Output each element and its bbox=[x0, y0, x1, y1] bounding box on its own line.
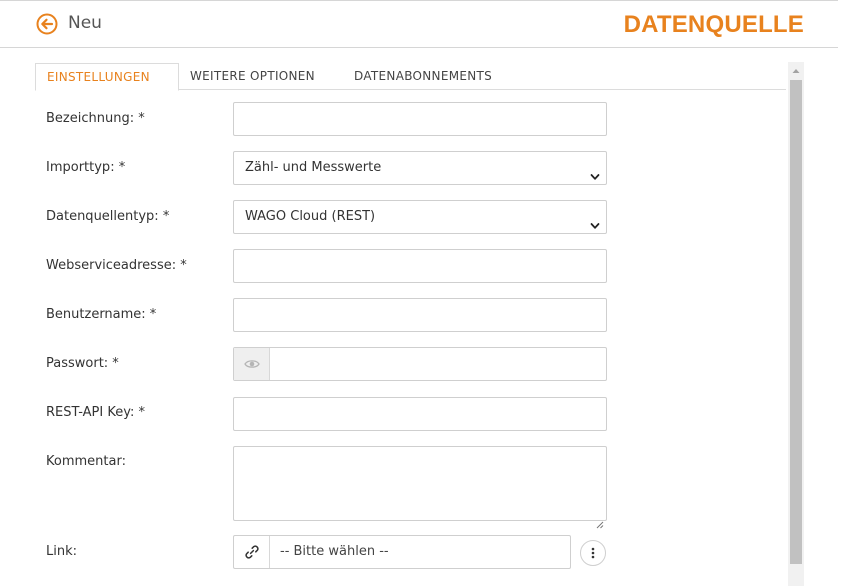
link-select[interactable]: -- Bitte wählen -- bbox=[233, 535, 571, 569]
link-value: -- Bitte wählen -- bbox=[280, 544, 389, 559]
back-arrow-icon[interactable] bbox=[36, 13, 58, 35]
passwort-input[interactable] bbox=[233, 347, 607, 381]
webserviceadresse-label: Webserviceadresse: * bbox=[46, 258, 187, 273]
benutzername-input[interactable] bbox=[233, 298, 607, 332]
scrollbar-thumb[interactable] bbox=[790, 80, 802, 564]
header: Neu DATENQUELLE bbox=[0, 1, 838, 48]
importtyp-select[interactable]: Zähl- und Messwerte bbox=[233, 151, 607, 185]
tab-einstellungen[interactable]: EINSTELLUNGEN bbox=[35, 63, 179, 91]
kommentar-label: Kommentar: bbox=[46, 454, 126, 469]
chevron-down-icon bbox=[590, 163, 600, 180]
datenquellentyp-value: WAGO Cloud (REST) bbox=[245, 209, 376, 224]
header-title: Neu bbox=[68, 13, 102, 33]
tab-datenabonnements[interactable]: DATENABONNEMENTS bbox=[354, 63, 492, 90]
chevron-down-icon bbox=[590, 212, 600, 229]
resize-grip-icon[interactable] bbox=[596, 510, 604, 529]
datenquellentyp-select[interactable]: WAGO Cloud (REST) bbox=[233, 200, 607, 234]
more-vertical-icon[interactable] bbox=[580, 540, 606, 566]
page-heading: DATENQUELLE bbox=[623, 11, 804, 38]
passwort-label: Passwort: * bbox=[46, 356, 119, 371]
link-icon bbox=[234, 536, 270, 568]
bezeichnung-input[interactable] bbox=[233, 102, 607, 136]
link-label: Link: bbox=[46, 544, 78, 559]
webserviceadresse-input[interactable] bbox=[233, 249, 607, 283]
tab-bar: EINSTELLUNGEN WEITERE OPTIONEN DATENABON… bbox=[35, 63, 786, 91]
vertical-scrollbar[interactable] bbox=[788, 62, 804, 586]
kommentar-textarea[interactable] bbox=[233, 446, 607, 529]
rest-api-key-label: REST-API Key: * bbox=[46, 405, 145, 420]
rest-api-key-input[interactable] bbox=[233, 397, 607, 431]
importtyp-label: Importtyp: * bbox=[46, 160, 126, 175]
importtyp-value: Zähl- und Messwerte bbox=[245, 160, 382, 175]
tab-weitere-optionen[interactable]: WEITERE OPTIONEN bbox=[190, 63, 315, 90]
benutzername-label: Benutzername: * bbox=[46, 307, 157, 322]
bezeichnung-label: Bezeichnung: * bbox=[46, 111, 145, 126]
datenquellentyp-label: Datenquellentyp: * bbox=[46, 209, 170, 224]
eye-icon[interactable] bbox=[234, 348, 270, 380]
scroll-up-arrow-icon[interactable] bbox=[788, 62, 804, 80]
